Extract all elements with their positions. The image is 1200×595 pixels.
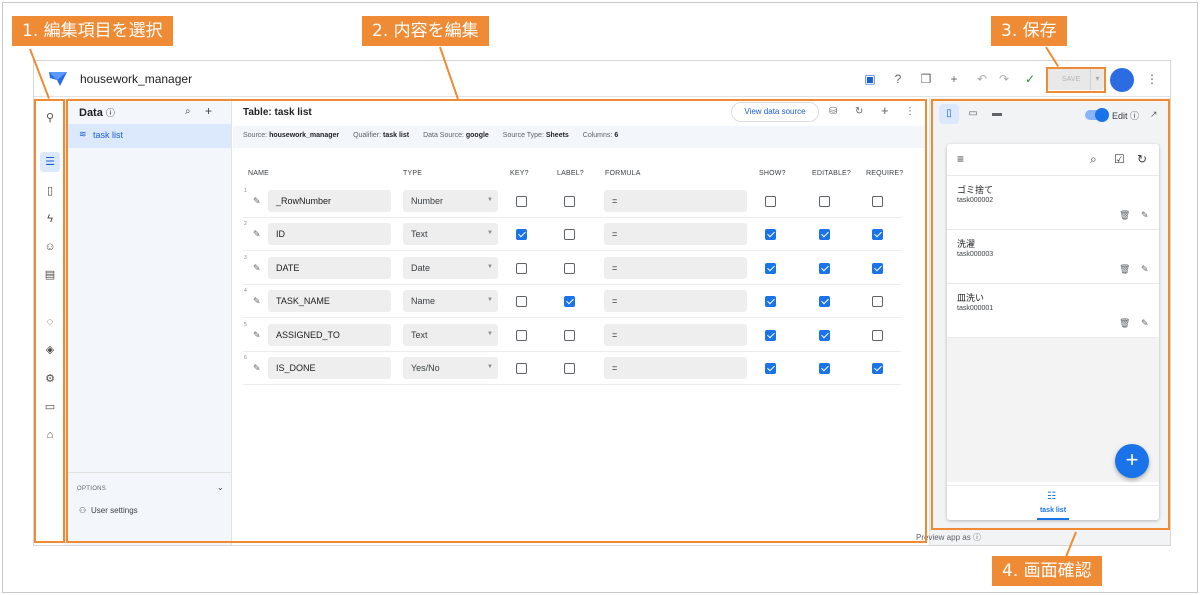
annotation-label-1: 1. 編集項目を選択	[12, 16, 173, 46]
check-icon: ✓	[1024, 72, 1036, 86]
annotation-box-4	[931, 99, 1170, 530]
redo-icon[interactable]: ↷	[996, 71, 1012, 87]
more-menu-icon[interactable]: ⋮	[1144, 71, 1160, 87]
undo-icon[interactable]: ↶	[974, 71, 990, 87]
appsheet-logo-icon	[49, 72, 67, 86]
help-icon[interactable]: ?	[890, 71, 906, 87]
annotation-box-1	[34, 99, 65, 543]
top-header: housework_manager ▣ ? ❐ + ↶ ↷ ✓ SAVE ▾ ⋮	[34, 61, 1170, 97]
annotation-label-4: 4. 画面確認	[992, 556, 1102, 586]
copy-icon[interactable]: ❐	[918, 71, 934, 87]
info-icon: ⓘ	[972, 533, 981, 542]
annotation-box-2	[66, 99, 927, 543]
annotation-label-3: 3. 保存	[991, 16, 1067, 46]
app-name: housework_manager	[80, 72, 193, 86]
annotation-box-3	[1046, 67, 1106, 93]
preview-toggle-icon[interactable]: ▣	[862, 71, 878, 87]
annotation-label-2: 2. 内容を編集	[362, 16, 489, 46]
avatar[interactable]	[1110, 68, 1134, 92]
share-icon[interactable]: +	[946, 71, 962, 87]
